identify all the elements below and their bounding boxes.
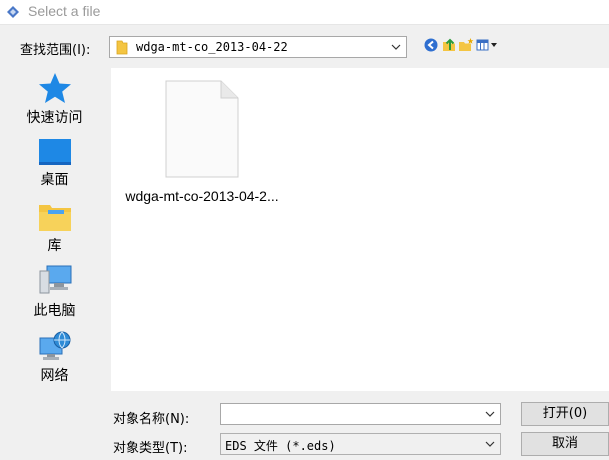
file-name: wdga-mt-co-2013-04-2... bbox=[125, 188, 279, 204]
title-bar: Select a file bbox=[0, 0, 609, 25]
sidebar-item-quick-access[interactable]: 快速访问 bbox=[0, 72, 109, 127]
object-type-value: EDS 文件 (*.eds) bbox=[225, 439, 336, 453]
up-folder-icon[interactable] bbox=[441, 37, 457, 53]
sidebar-item-libraries[interactable]: 库 bbox=[0, 202, 109, 255]
this-pc-icon bbox=[39, 265, 71, 294]
app-icon bbox=[7, 6, 19, 18]
chevron-down-icon[interactable] bbox=[391, 42, 401, 52]
look-in-path: wdga-mt-co_2013-04-22 bbox=[136, 40, 288, 54]
object-type-select[interactable]: EDS 文件 (*.eds) bbox=[220, 433, 501, 455]
chevron-down-icon[interactable] bbox=[485, 439, 495, 449]
cancel-button[interactable]: 取消 bbox=[521, 432, 609, 456]
desktop-icon bbox=[38, 139, 71, 165]
object-name-label: 对象名称(N): bbox=[113, 412, 190, 427]
open-button[interactable]: 打开(0) bbox=[521, 402, 609, 426]
network-icon bbox=[39, 331, 70, 360]
chevron-down-icon[interactable] bbox=[485, 409, 495, 419]
places-sidebar: 快速访问 桌面 库 此电脑 网络 bbox=[0, 68, 109, 391]
folder-icon bbox=[116, 40, 128, 55]
blank-file-icon bbox=[165, 80, 239, 178]
sidebar-item-label: 桌面 bbox=[40, 172, 69, 188]
sidebar-item-this-pc[interactable]: 此电脑 bbox=[0, 265, 109, 320]
sidebar-item-label: 库 bbox=[47, 238, 62, 254]
file-list-pane[interactable]: wdga-mt-co-2013-04-2... bbox=[111, 68, 609, 391]
back-icon[interactable] bbox=[423, 37, 439, 53]
look-in-combo[interactable]: wdga-mt-co_2013-04-22 bbox=[109, 36, 407, 58]
sidebar-item-desktop[interactable]: 桌面 bbox=[0, 138, 109, 189]
sidebar-item-label: 网络 bbox=[40, 368, 69, 384]
window-title: Select a file bbox=[28, 3, 101, 19]
new-folder-icon[interactable] bbox=[458, 37, 474, 53]
sidebar-item-label: 快速访问 bbox=[26, 110, 83, 126]
quick-access-star-icon bbox=[38, 73, 71, 103]
sidebar-item-label: 此电脑 bbox=[33, 303, 76, 319]
libraries-icon bbox=[38, 205, 71, 231]
object-name-input[interactable] bbox=[221, 404, 484, 424]
sidebar-item-network[interactable]: 网络 bbox=[0, 330, 109, 385]
file-item[interactable]: wdga-mt-co-2013-04-2... bbox=[117, 80, 287, 204]
object-name-combo[interactable] bbox=[220, 403, 501, 425]
view-menu-icon[interactable] bbox=[476, 37, 502, 53]
object-type-label: 对象类型(T): bbox=[113, 441, 188, 456]
look-in-label: 查找范围(I): bbox=[20, 43, 91, 58]
